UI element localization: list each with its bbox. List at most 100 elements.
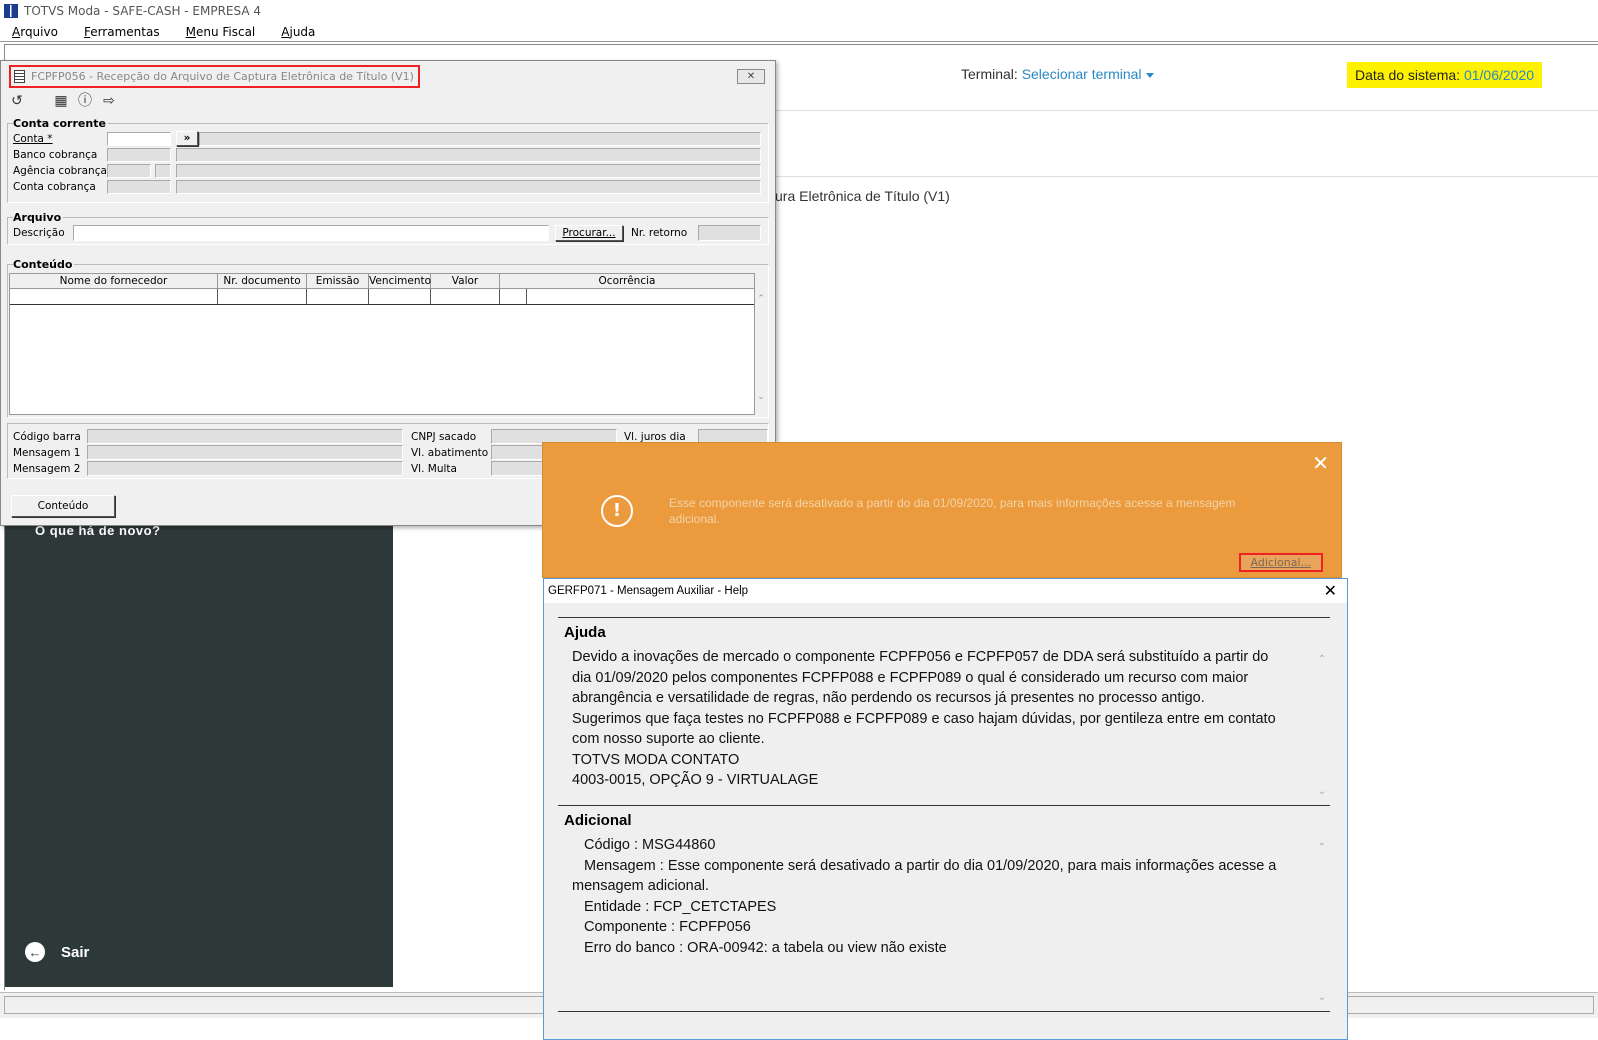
arrow-left-icon: ← xyxy=(25,942,45,962)
agencia-field xyxy=(107,164,151,178)
conteudo-button[interactable]: Conteúdo xyxy=(11,495,115,517)
mensagem-line: Mensagem : Esse componente será desativa… xyxy=(584,857,1277,874)
chevron-up-icon[interactable]: ⌃ xyxy=(1318,842,1326,853)
chevron-up-icon[interactable]: ⌃ xyxy=(754,294,768,304)
ajuda-line: Devido a inovações de mercado o componen… xyxy=(572,649,1269,665)
refresh-icon[interactable]: ↺ xyxy=(9,93,25,109)
conta-description xyxy=(199,132,761,146)
erro-line: Erro do banco : ORA-00942: a tabela ou v… xyxy=(584,939,947,956)
abatimento-label: Vl. abatimento xyxy=(411,447,489,459)
banco-field xyxy=(107,148,171,162)
chevron-down-icon[interactable]: ⌄ xyxy=(754,392,768,402)
warning-message: Esse componente será desativado a partir… xyxy=(669,496,1236,526)
table-row[interactable] xyxy=(10,289,754,305)
calendar-icon[interactable]: ▦ xyxy=(53,93,69,109)
mensagem1-field xyxy=(87,445,403,460)
select-terminal-link[interactable]: Selecionar terminal xyxy=(1022,66,1142,82)
conta-label: Conta * xyxy=(13,133,53,145)
col-nr-documento[interactable]: Nr. documento xyxy=(218,274,307,288)
help-title: GERFP071 - Mensagem Auxiliar - Help xyxy=(548,585,749,597)
entidade-line: Entidade : FCP_CETCTAPES xyxy=(584,898,777,915)
close-icon[interactable]: ✕ xyxy=(1312,451,1329,475)
menu-fiscal[interactable]: Menu Fiscal xyxy=(186,25,256,39)
close-icon[interactable]: ✕ xyxy=(1324,581,1337,601)
ajuda-line: dia 01/09/2020 pelos componentes FCPFP08… xyxy=(572,669,1249,686)
app-logo-icon xyxy=(4,4,18,18)
table-scrollbar[interactable]: ⌃ ⌄ xyxy=(754,274,768,414)
mensagem-line-cont: mensagem adicional. xyxy=(572,878,710,894)
form-titlebar: FCPFP056 - Recepção do Arquivo de Captur… xyxy=(3,63,773,89)
app-titlebar: TOTVS Moda - SAFE-CASH - EMPRESA 4 xyxy=(0,0,1598,22)
ajuda-line: 4003-0015, OPÇÃO 9 - VIRTUALAGE xyxy=(572,772,819,788)
col-fornecedor[interactable]: Nome do fornecedor xyxy=(10,274,218,288)
conta-cobranca-label: Conta cobrança xyxy=(13,181,96,193)
conta-lookup-button[interactable]: » xyxy=(176,131,198,146)
app-title: TOTVS Moda - SAFE-CASH - EMPRESA 4 xyxy=(24,4,262,18)
menu-bar: Arquivo Ferramentas Menu Fiscal Ajuda xyxy=(0,22,1598,42)
mensagem2-label: Mensagem 2 xyxy=(13,463,81,475)
conta-field[interactable] xyxy=(107,132,171,146)
chevron-down-icon[interactable]: ⌄ xyxy=(1318,992,1326,1003)
nr-retorno-field xyxy=(698,225,761,241)
chevron-down-icon[interactable] xyxy=(1145,72,1154,78)
adicional-button[interactable]: Adicional... xyxy=(1238,553,1323,572)
mensagem1-label: Mensagem 1 xyxy=(13,447,81,459)
ajuda-line: TOTVS MODA CONTATO xyxy=(572,751,740,768)
chevron-down-icon[interactable]: ⌄ xyxy=(1318,786,1326,797)
mensagem2-field xyxy=(87,461,403,476)
help-dialog: GERFP071 - Mensagem Auxiliar - Help ✕ Aj… xyxy=(543,578,1348,1040)
background-page-title: ura Eletrônica de Título (V1) xyxy=(775,188,950,204)
nr-retorno-label: Nr. retorno xyxy=(631,227,688,239)
ajuda-section: Ajuda Devido a inovações de mercado o co… xyxy=(558,617,1330,805)
codigo-barra-label: Código barra xyxy=(13,431,81,443)
help-divider xyxy=(558,1011,1330,1031)
arquivo-legend: Arquivo xyxy=(13,211,64,224)
help-icon[interactable]: ⓘ xyxy=(77,93,93,109)
menu-ferramentas[interactable]: Ferramentas xyxy=(84,25,160,39)
chevron-up-icon[interactable]: ⌃ xyxy=(1318,654,1326,665)
ajuda-line: com nosso suporte ao cliente. xyxy=(572,731,765,747)
menu-arquivo[interactable]: Arquivo xyxy=(12,25,58,39)
agencia-label: Agência cobrança xyxy=(13,165,107,177)
descricao-label: Descrição xyxy=(13,227,65,239)
form-title: FCPFP056 - Recepção do Arquivo de Captur… xyxy=(9,64,420,88)
side-menu: O que há de novo? ← Sair xyxy=(5,523,393,987)
descricao-field[interactable] xyxy=(73,225,549,241)
conta-cobranca-description xyxy=(176,180,761,194)
adicional-text: Código : MSG44860 Mensagem : Esse compon… xyxy=(572,835,1312,958)
form-toolbar: ↺ ▦ ⓘ ⇨ xyxy=(9,93,125,109)
banco-label: Banco cobrança xyxy=(13,149,98,161)
warning-banner: ✕ ! Esse componente será desativado a pa… xyxy=(542,442,1342,578)
system-date-value: 01/06/2020 xyxy=(1463,67,1535,83)
adicional-heading: Adicional xyxy=(564,812,632,829)
col-emissao[interactable]: Emissão xyxy=(307,274,369,288)
conteudo-table[interactable]: Nome do fornecedor Nr. documento Emissão… xyxy=(9,273,765,415)
close-button[interactable]: ✕ xyxy=(737,69,765,84)
menu-ajuda[interactable]: Ajuda xyxy=(281,25,315,39)
conta-cobranca-field xyxy=(107,180,171,194)
system-date-badge: Data do sistema: 01/06/2020 xyxy=(1347,62,1543,88)
codigo-line: Código : MSG44860 xyxy=(584,837,716,853)
conta-corrente-legend: Conta corrente xyxy=(13,117,108,130)
ajuda-line: abrangência e versatilidade de regras, n… xyxy=(572,690,1205,706)
cnpj-label: CNPJ sacado xyxy=(411,431,477,443)
col-ocorrencia[interactable]: Ocorrência xyxy=(500,274,754,288)
help-titlebar: GERFP071 - Mensagem Auxiliar - Help ✕ xyxy=(544,579,1347,603)
procurar-button[interactable]: Procurar... xyxy=(555,225,623,241)
adicional-section: Adicional Código : MSG44860 Mensagem : E… xyxy=(558,805,1330,1011)
codigo-barra-field xyxy=(87,429,403,444)
col-vencimento[interactable]: Vencimento xyxy=(369,274,431,288)
col-valor[interactable]: Valor xyxy=(431,274,500,288)
table-header: Nome do fornecedor Nr. documento Emissão… xyxy=(10,274,754,289)
componente-line: Componente : FCPFP056 xyxy=(584,919,751,935)
exit-button[interactable]: ← Sair xyxy=(25,942,89,962)
terminal-label: Terminal: xyxy=(961,66,1018,82)
exit-icon[interactable]: ⇨ xyxy=(101,93,117,109)
exit-label: Sair xyxy=(61,943,90,961)
agencia-digit-field xyxy=(155,164,171,178)
terminal-selector: Terminal: Selecionar terminal xyxy=(961,66,1154,82)
agencia-description xyxy=(176,164,761,178)
multa-label: Vl. Multa xyxy=(411,463,457,475)
banco-description xyxy=(176,148,761,162)
alert-icon: ! xyxy=(601,495,633,527)
